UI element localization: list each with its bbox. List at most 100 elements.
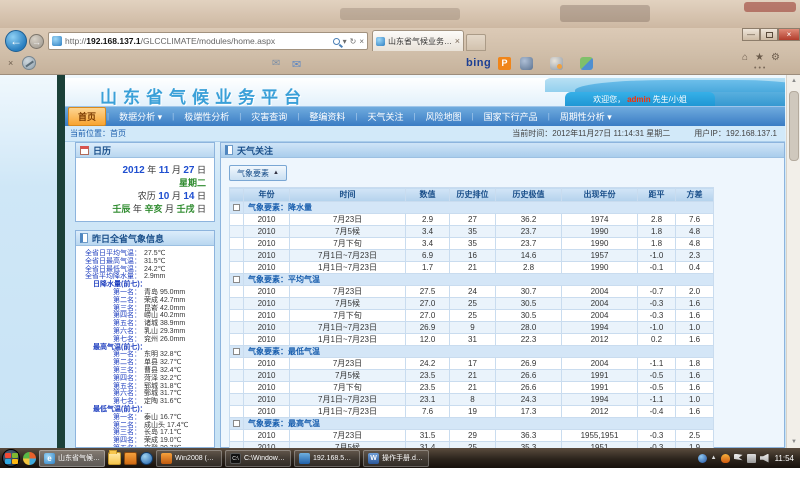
table-cell: 1.7: [406, 262, 450, 274]
toolbar-icon-1[interactable]: [520, 57, 533, 70]
element-filter-button[interactable]: 气象要素 ▲: [229, 165, 287, 181]
toolbar-icon-2[interactable]: [550, 57, 563, 70]
table-row[interactable]: 20107月下旬23.52126.61991-0.51.6: [230, 382, 714, 394]
table-row[interactable]: 20107月1日~7月23日23.1824.31994-1.11.0: [230, 394, 714, 406]
compatibility-view-icon[interactable]: [22, 56, 36, 70]
mail-icon[interactable]: ✉: [272, 58, 280, 69]
nav-item-6[interactable]: 风险地图: [417, 108, 471, 125]
nav-separator: |: [548, 112, 550, 121]
table-cell: 1991: [562, 382, 638, 394]
vertical-scrollbar[interactable]: ▲ ▼: [786, 75, 800, 448]
table-cell: 3.4: [406, 238, 450, 250]
table-row[interactable]: 20101月1日~7月23日7.61917.32012-0.41.6: [230, 406, 714, 418]
nav-separator: |: [107, 112, 109, 121]
table-row[interactable]: 20107月下旬3.43523.719901.84.8: [230, 238, 714, 250]
table-row[interactable]: 20107月5候23.52126.61991-0.51.6: [230, 370, 714, 382]
tray-app-icon[interactable]: [721, 454, 730, 463]
table-cell: 3.4: [406, 226, 450, 238]
speaker-icon[interactable]: [760, 454, 769, 463]
group-checkbox[interactable]: [233, 204, 240, 211]
taskbar-button-2[interactable]: C:\C:\Windows\s...: [225, 450, 291, 467]
nav-item-2[interactable]: 极端性分析: [175, 108, 238, 125]
app-icon[interactable]: [124, 452, 137, 465]
group-title: 气象要素：降水量: [244, 203, 312, 212]
tray-expand-icon[interactable]: ▲: [711, 455, 717, 461]
group-checkbox[interactable]: [233, 348, 240, 355]
network-icon[interactable]: [747, 454, 756, 463]
favorites-icon[interactable]: ★: [755, 52, 764, 63]
scroll-up-icon[interactable]: ▲: [787, 75, 800, 87]
scroll-down-icon[interactable]: ▼: [787, 436, 800, 448]
table-cell: 0.2: [638, 334, 676, 346]
nav-item-1[interactable]: 数据分析 ▾: [110, 108, 171, 125]
table-cell: -0.3: [638, 430, 676, 442]
forward-button[interactable]: →: [29, 34, 44, 49]
start-button[interactable]: [2, 449, 20, 467]
scrollbar-thumb[interactable]: [789, 91, 799, 161]
nav-item-7[interactable]: 国家下行产品: [475, 108, 547, 125]
pinned-media-icon[interactable]: [23, 452, 36, 465]
table-row[interactable]: 20107月23日31.52936.31955,1951-0.32.5: [230, 430, 714, 442]
address-bar[interactable]: http://192.168.137.1/GLCCLIMATE/modules/…: [48, 32, 368, 50]
table-cell: 1月1日~7月23日: [290, 334, 406, 346]
toolbar-icon-3[interactable]: [580, 57, 593, 70]
table-cell: 2004: [562, 298, 638, 310]
tray-network-orb-icon[interactable]: [698, 454, 707, 463]
nav-item-8[interactable]: 周期性分析 ▾: [551, 108, 621, 125]
table-row[interactable]: 20107月1日~7月23日6.91614.61957-1.02.3: [230, 250, 714, 262]
maximize-button[interactable]: [760, 28, 778, 41]
close-button[interactable]: ×: [778, 28, 800, 41]
table-row[interactable]: 20101月1日~7月23日1.7212.81990-0.10.4: [230, 262, 714, 274]
action-center-flag-icon[interactable]: [734, 454, 743, 463]
nav-item-4[interactable]: 整编资料: [300, 108, 354, 125]
group-header-row[interactable]: 气象要素：平均气温: [230, 274, 714, 286]
refresh-icon[interactable]: ↻: [350, 37, 357, 46]
table-cell: 2.9: [406, 214, 450, 226]
table-row[interactable]: 20107月下旬27.02530.52004-0.31.6: [230, 310, 714, 322]
taskbar-button-3[interactable]: 192.168.59.99...: [294, 450, 360, 467]
tab-close-icon[interactable]: ×: [455, 36, 460, 46]
user-ip: 用户IP：192.168.137.1: [694, 128, 777, 139]
table-row[interactable]: 20107月23日2.92736.219742.87.6: [230, 214, 714, 226]
table-row[interactable]: 20107月1日~7月23日26.9928.01994-1.01.0: [230, 322, 714, 334]
search-dropdown-icon[interactable]: ▾: [343, 37, 347, 46]
taskbar-button-4[interactable]: W操作手册.docx ...: [363, 450, 429, 467]
new-tab-button[interactable]: [466, 34, 486, 51]
taskbar-button-0[interactable]: e山东省气候业...: [39, 450, 105, 467]
taskbar-button-label: 山东省气候业...: [58, 453, 100, 463]
nav-separator: |: [472, 112, 474, 121]
stop-icon[interactable]: ×: [359, 37, 364, 46]
table-cell: 2010: [244, 250, 290, 262]
nav-item-5[interactable]: 天气关注: [358, 108, 412, 125]
group-checkbox[interactable]: [233, 420, 240, 427]
bing-logo[interactable]: bing: [466, 57, 491, 69]
table-row[interactable]: 20107月23日24.21726.92004-1.11.8: [230, 358, 714, 370]
taskbar-clock[interactable]: 11:54: [775, 454, 794, 463]
browser-tab[interactable]: 山东省气候业务平... ×: [372, 30, 464, 51]
back-button[interactable]: ←: [5, 30, 27, 52]
group-header-row[interactable]: 气象要素：最高气温: [230, 418, 714, 430]
folder-icon[interactable]: [108, 452, 121, 465]
group-title: 气象要素：最高气温: [244, 419, 320, 428]
tools-gear-icon[interactable]: ⚙: [771, 52, 780, 63]
table-row[interactable]: 20101月1日~7月23日12.03122.320120.21.6: [230, 334, 714, 346]
table-row[interactable]: 20107月5候27.02530.52004-0.31.6: [230, 298, 714, 310]
taskbar-button-1[interactable]: Win2008 (VS2...: [156, 450, 222, 467]
main-navigation: 首页|数据分析 ▾|极端性分析|灾害查询|整编资料|天气关注|风险地图|国家下行…: [65, 106, 785, 126]
group-header-row[interactable]: 气象要素：最低气温: [230, 346, 714, 358]
orb-icon[interactable]: [140, 452, 153, 465]
minimize-button[interactable]: —: [742, 28, 760, 41]
toolbar-p-badge[interactable]: P: [498, 57, 511, 70]
home-icon[interactable]: ⌂: [742, 52, 748, 63]
search-icon[interactable]: [333, 38, 340, 45]
group-header-row[interactable]: 气象要素：降水量: [230, 202, 714, 214]
table-cell: 6.9: [406, 250, 450, 262]
table-row[interactable]: 20107月5候3.43523.719901.84.8: [230, 226, 714, 238]
group-checkbox[interactable]: [233, 276, 240, 283]
quick-close-icon[interactable]: ×: [8, 58, 13, 68]
nav-item-3[interactable]: 灾害查询: [242, 108, 296, 125]
nav-item-0[interactable]: 首页: [68, 107, 106, 126]
table-row[interactable]: 20107月23日27.52430.72004-0.72.0: [230, 286, 714, 298]
more-options-icon[interactable]: •••: [754, 65, 767, 72]
send-mail-icon[interactable]: ✉: [292, 58, 301, 71]
